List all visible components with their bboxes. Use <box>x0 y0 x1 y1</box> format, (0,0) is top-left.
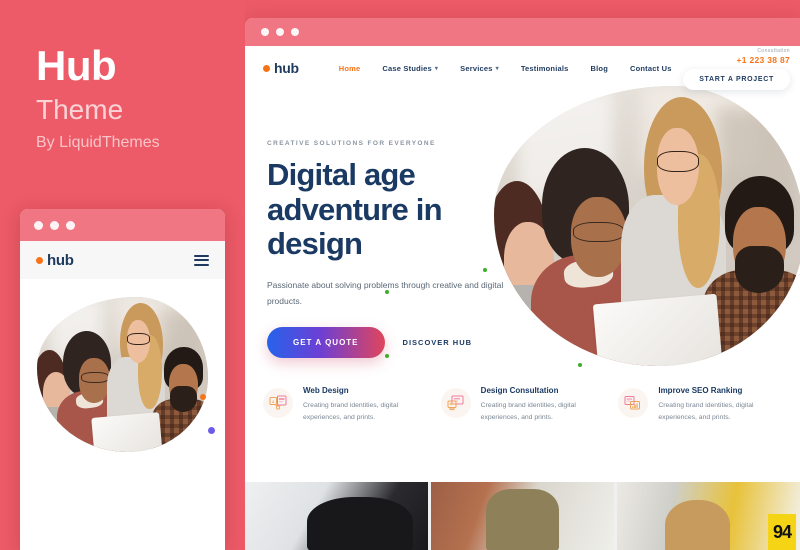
nav-right-group: Consultation +1 223 38 87 START A PROJEC… <box>683 48 790 90</box>
decor-dot-green <box>578 363 582 367</box>
nav-item-blog[interactable]: Blog <box>591 64 608 73</box>
start-a-project-button[interactable]: START A PROJECT <box>683 69 790 90</box>
strip-photo-3: 94 <box>617 482 800 550</box>
strip-photo-1 <box>245 482 428 550</box>
website-viewport: hub Home Case Studies ▾ Services ▾ Testi… <box>245 46 800 550</box>
promo-title: Hub <box>36 42 117 89</box>
chevron-down-icon: ▾ <box>495 65 499 72</box>
feature-description: Creating brand identities, digital exper… <box>658 402 754 421</box>
hero-buttons: GET A QUOTE DISCOVER HUB <box>267 326 507 358</box>
mobile-page-body <box>20 279 225 550</box>
feature-card-seo-ranking[interactable]: Improve SEO Ranking Creating brand ident… <box>618 386 782 424</box>
promo-subtitle: Theme <box>36 94 124 125</box>
consultation-label: Consultation <box>757 48 790 54</box>
features-section: Web Design Creating brand identities, di… <box>245 380 800 424</box>
mobile-logo[interactable]: hub <box>36 252 74 269</box>
decor-dot-purple <box>208 427 215 434</box>
chevron-down-icon: ▾ <box>434 65 439 72</box>
logo-dot-icon <box>263 64 270 72</box>
photo-strip: 94 <box>245 482 800 550</box>
site-logo-text: hub <box>274 60 299 76</box>
decor-dot-green <box>385 290 389 294</box>
nav-item-services[interactable]: Services ▾ <box>460 64 499 73</box>
nav-item-contact-us[interactable]: Contact Us <box>630 64 672 73</box>
window-dot-yellow <box>50 220 59 230</box>
feature-title: Design Consultation <box>480 386 559 395</box>
browser-chrome <box>245 18 800 46</box>
feature-card-web-design[interactable]: Web Design Creating brand identities, di… <box>263 386 427 424</box>
nav-item-case-studies[interactable]: Case Studies ▾ <box>382 64 438 73</box>
feature-title: Improve SEO Ranking <box>658 386 743 395</box>
decor-dot-green <box>385 354 389 358</box>
logo-dot-icon <box>36 256 43 264</box>
feature-description: Creating brand identities, digital exper… <box>303 402 399 421</box>
mobile-mockup: hub <box>20 209 225 550</box>
nav-item-testimonials[interactable]: Testimonials <box>521 64 569 73</box>
promo-byline: By LiquidThemes <box>36 134 160 151</box>
hero-headline: Digital age adventure in design <box>267 157 443 262</box>
feature-description: Creating brand identities, digital exper… <box>480 402 576 421</box>
nav-item-home[interactable]: Home <box>339 64 361 73</box>
hero-section: CREATIVE SOLUTIONS FOR EVERYONE Digital … <box>245 86 800 380</box>
site-logo[interactable]: hub <box>263 60 299 76</box>
consultation-phone[interactable]: +1 223 38 87 <box>683 55 790 65</box>
window-dot-green[interactable] <box>291 28 299 36</box>
window-dot-yellow[interactable] <box>276 28 284 36</box>
mobile-hero-photo <box>37 297 208 452</box>
hero-eyebrow: CREATIVE SOLUTIONS FOR EVERYONE <box>267 140 436 147</box>
get-a-quote-button[interactable]: GET A QUOTE <box>267 326 385 358</box>
hero-text-block: CREATIVE SOLUTIONS FOR EVERYONE Digital … <box>267 140 507 358</box>
hamburger-icon[interactable] <box>194 254 209 266</box>
hero-photo <box>494 86 800 366</box>
site-navbar: hub Home Case Studies ▾ Services ▾ Testi… <box>245 46 800 90</box>
feature-card-design-consultation[interactable]: Design Consultation Creating brand ident… <box>440 386 605 424</box>
decor-dot-orange <box>200 394 206 400</box>
decor-dot-green <box>483 268 487 272</box>
nav-links: Home Case Studies ▾ Services ▾ Testimoni… <box>339 64 672 73</box>
design-consultation-icon <box>440 388 471 418</box>
mobile-logo-text: hub <box>47 251 74 269</box>
mobile-browser-chrome <box>20 209 225 241</box>
window-dot-red[interactable] <box>261 28 269 36</box>
brand-badge-94: 94 <box>768 514 796 550</box>
web-design-icon <box>263 388 293 418</box>
strip-photo-2 <box>431 482 614 550</box>
discover-hub-button[interactable]: DISCOVER HUB <box>403 338 473 347</box>
mobile-navbar: hub <box>20 241 225 279</box>
window-dot-green <box>66 220 75 230</box>
seo-ranking-icon <box>618 388 649 418</box>
feature-title: Web Design <box>303 386 349 395</box>
desktop-browser-mockup: hub Home Case Studies ▾ Services ▾ Testi… <box>245 18 800 550</box>
window-dot-red <box>34 220 43 230</box>
